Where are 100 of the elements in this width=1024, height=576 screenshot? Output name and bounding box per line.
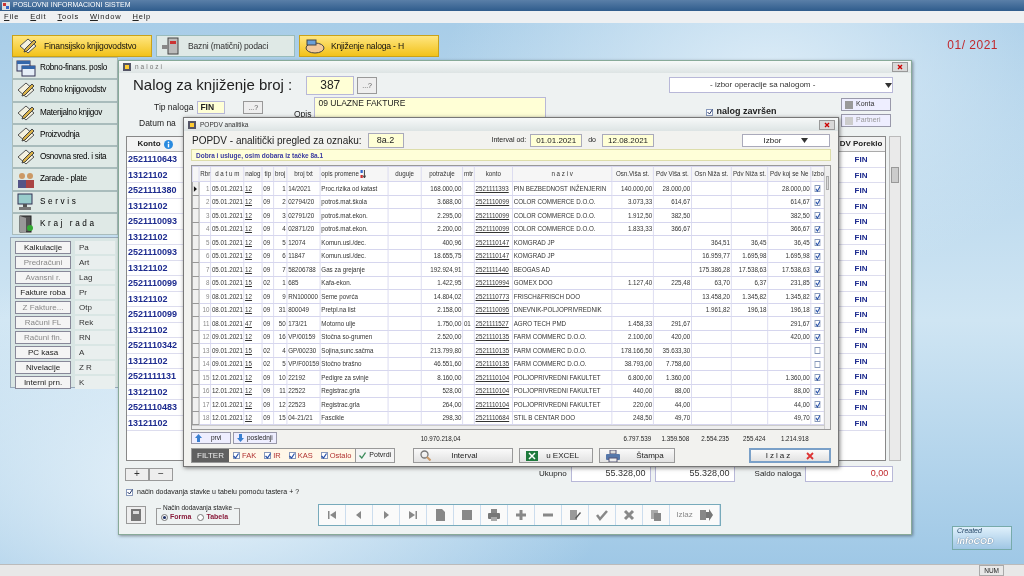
checkbox[interactable]: [814, 387, 821, 395]
sort-icon: [360, 170, 367, 178]
pencil-paper-icon: [15, 81, 37, 100]
submenu-button[interactable]: Otp: [75, 301, 115, 314]
dropdown-icon: [885, 82, 892, 88]
column-header: DV Poreklo: [839, 138, 883, 150]
checkbox[interactable]: [814, 212, 821, 220]
checkbox[interactable]: [814, 306, 821, 314]
calculator-button[interactable]: [126, 505, 146, 524]
checkbox[interactable]: [814, 401, 821, 409]
exit-button[interactable]: Izlaz: [670, 504, 720, 525]
cancel-icon: [622, 507, 636, 522]
checkbox[interactable]: [814, 414, 821, 422]
magnifier-icon: [420, 450, 432, 461]
submenu-button[interactable]: Rek: [75, 316, 115, 329]
submenu-button[interactable]: Art: [75, 256, 115, 269]
copy-icon: [649, 507, 663, 522]
checkbox[interactable]: [814, 333, 821, 341]
field-label: Datum na: [139, 117, 176, 130]
close-button[interactable]: [819, 119, 835, 130]
checkbox[interactable]: [264, 452, 272, 459]
module-button[interactable]: Servis: [12, 190, 118, 214]
type-field[interactable]: FIN: [197, 101, 226, 114]
choice-dropdown[interactable]: Izbor: [742, 133, 830, 147]
scrollbar[interactable]: [889, 136, 901, 461]
excel-button[interactable]: u EXCEL: [519, 448, 594, 463]
hand-icon: [304, 37, 326, 55]
close-button[interactable]: [892, 62, 908, 72]
checkmark-icon: [359, 452, 367, 459]
submenu-button[interactable]: RN: [75, 331, 115, 344]
checkbox[interactable]: [232, 452, 240, 459]
submenu-button[interactable]: Nivelacije: [15, 361, 71, 374]
checkbox[interactable]: [814, 266, 821, 274]
checkbox[interactable]: [814, 374, 821, 382]
edit-icon: [568, 507, 582, 522]
row-button[interactable]: −: [149, 467, 173, 481]
checkbox[interactable]: [814, 320, 821, 328]
date-field[interactable]: 01.01.2021: [530, 133, 583, 147]
submenu-button[interactable]: PC kasa: [15, 346, 71, 359]
interval-button[interactable]: Interval: [413, 448, 514, 463]
number-field[interactable]: 387: [306, 75, 355, 95]
checkbox[interactable]: [706, 108, 714, 116]
close-icon: [806, 451, 815, 460]
module-button[interactable]: Robno knjigovodstv: [12, 79, 118, 102]
checkbox[interactable]: [814, 252, 821, 260]
saldo-field: 0,00: [805, 466, 894, 482]
submenu-button[interactable]: K: [75, 376, 115, 389]
checkbox[interactable]: [814, 198, 821, 206]
checkbox[interactable]: [814, 347, 821, 355]
checkbox-label: nalog završen: [716, 105, 777, 119]
module-button[interactable]: Proizvodnja: [12, 123, 118, 147]
field-label: Tip naloga: [154, 101, 194, 114]
period-label: 01/ 2021: [947, 37, 998, 54]
checkbox[interactable]: [814, 185, 821, 193]
operation-dropdown[interactable]: - izbor operacije sa nalogom -: [669, 77, 893, 93]
checkbox[interactable]: [320, 452, 328, 459]
exit-button[interactable]: Izlaz: [749, 448, 831, 463]
module-tab[interactable]: Bazni (matični) podaci: [156, 35, 295, 57]
submenu-button[interactable]: Lag: [75, 271, 115, 284]
radio-button[interactable]: [161, 514, 168, 521]
module-button[interactable]: Kraj rada: [12, 213, 118, 236]
checkbox[interactable]: [288, 452, 296, 459]
row-button[interactable]: +: [125, 467, 149, 481]
module-tab[interactable]: Knjiženje naloga - H: [299, 35, 439, 57]
arrow-up-icon: [195, 434, 202, 442]
module-button[interactable]: Robno-finans. poslo: [12, 57, 118, 80]
date-field[interactable]: 12.08.2021: [602, 133, 655, 147]
module-button[interactable]: Materijalno knjigov: [12, 101, 118, 124]
checkbox[interactable]: [126, 488, 133, 496]
submenu-button[interactable]: Pa: [75, 241, 115, 254]
checkmark-icon: [321, 452, 328, 459]
column-header: Konto: [137, 138, 161, 150]
submenu-button[interactable]: Fakture roba: [15, 286, 71, 299]
submenu-button[interactable]: Interni prn.: [15, 376, 71, 389]
close-icon: [897, 64, 903, 70]
code-field[interactable]: 8a.2: [367, 132, 404, 148]
pencil-paper-icon: [15, 103, 37, 122]
module-button[interactable]: Zarade - plate: [12, 168, 118, 191]
calculator-icon: [131, 508, 141, 521]
description-field[interactable]: 09 ULAZNE FAKTURE: [314, 97, 547, 119]
module-tab[interactable]: Finansijsko knjigovodstvo: [12, 35, 152, 57]
scrollbar[interactable]: [192, 425, 824, 429]
checkbox[interactable]: [814, 360, 821, 368]
scrollbar[interactable]: [824, 166, 830, 429]
window-icon: [123, 63, 131, 71]
submenu-button[interactable]: A: [75, 346, 115, 359]
checkbox[interactable]: [814, 239, 821, 247]
arrow-down-icon: [237, 434, 244, 442]
module-button[interactable]: Osnovna sred. i sita: [12, 146, 118, 169]
dialog-heading: POPDV - analitički pregled za oznaku:: [192, 133, 362, 148]
printer-icon: [487, 507, 501, 522]
submenu-button[interactable]: Pr: [75, 286, 115, 299]
submenu-button[interactable]: Kalkulacije: [15, 241, 71, 254]
checkbox[interactable]: [814, 225, 821, 233]
radio-button[interactable]: [197, 514, 205, 521]
print-button[interactable]: Štampa: [599, 448, 676, 463]
pencil-paper-icon: [15, 148, 37, 167]
submenu-button[interactable]: Z R: [75, 361, 115, 374]
checkbox[interactable]: [814, 279, 821, 287]
checkbox[interactable]: [814, 293, 821, 301]
